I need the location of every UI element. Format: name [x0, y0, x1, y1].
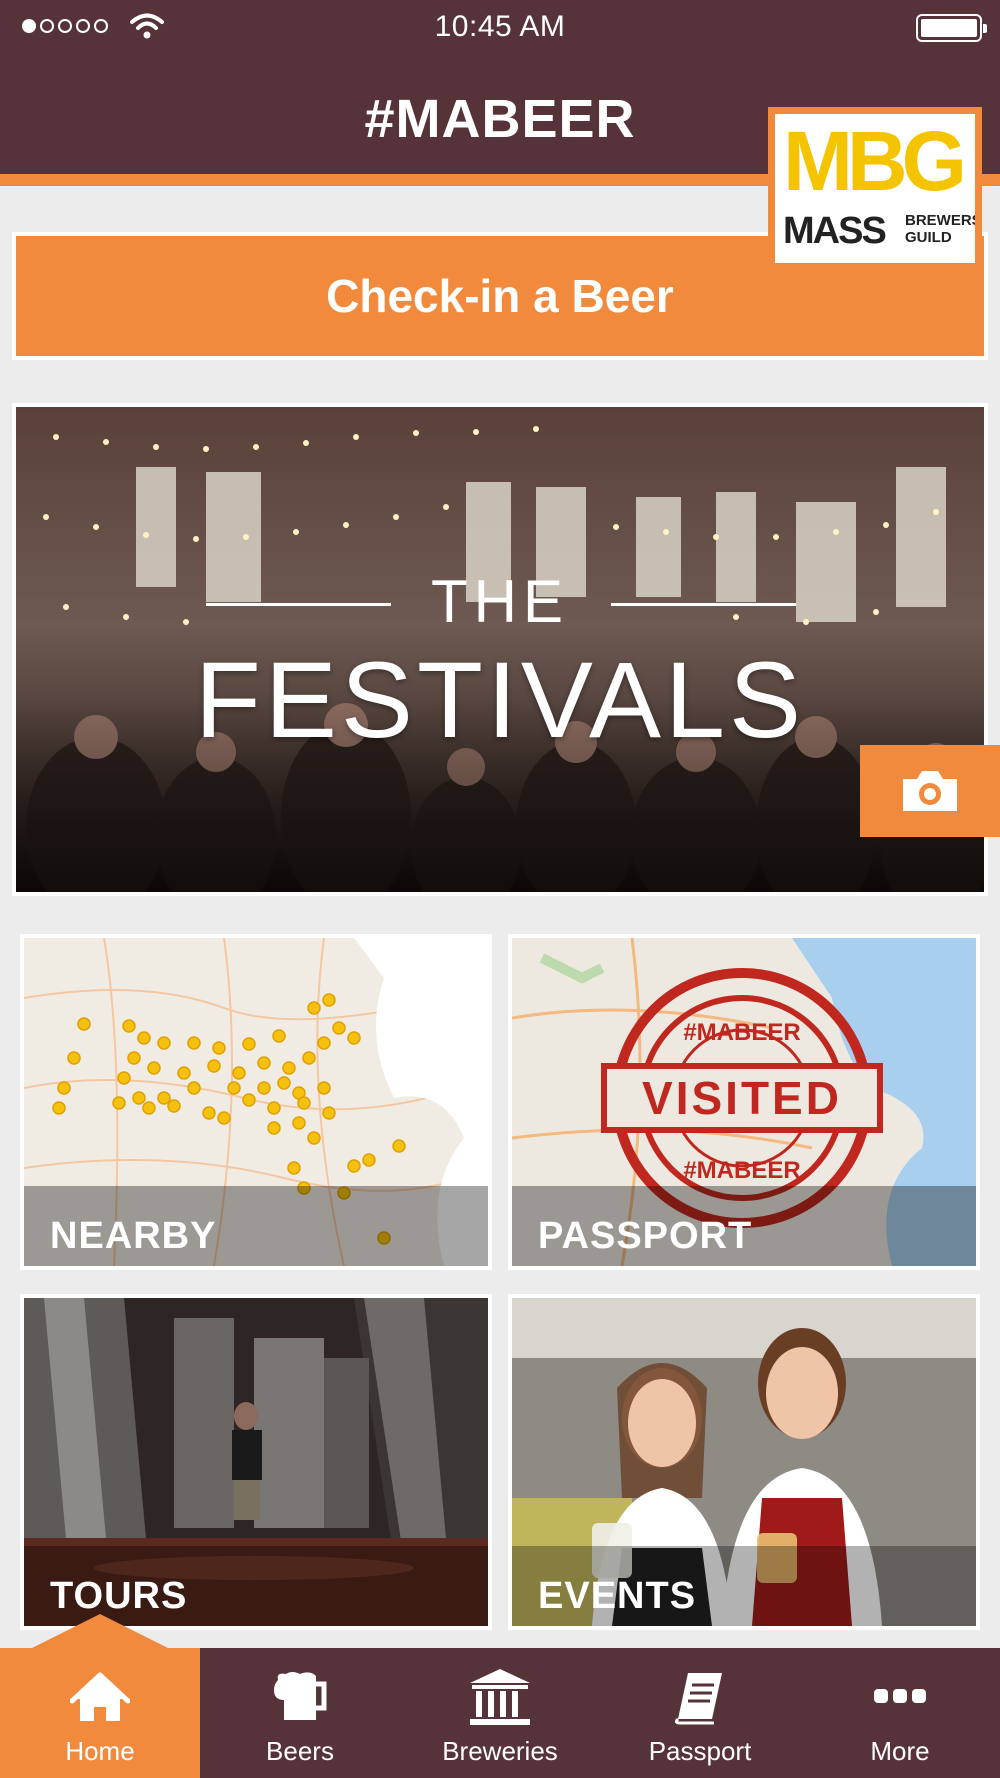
hero-title-main: FESTIVALS: [194, 639, 806, 760]
tab-breweries-label: Breweries: [442, 1736, 558, 1766]
tab-more[interactable]: More: [800, 1648, 1000, 1778]
beer-mug-icon: [274, 1672, 327, 1720]
tile-tours[interactable]: TOURS: [20, 1294, 492, 1630]
camera-icon: [903, 771, 957, 811]
book-icon: [674, 1673, 722, 1725]
tab-beers[interactable]: Beers: [200, 1648, 400, 1778]
mass-brewers-guild-logo[interactable]: MBG MASS BREWERS GUILD: [768, 107, 982, 270]
tile-nearby[interactable]: NEARBY: [20, 934, 492, 1270]
hero-title-top: THE: [431, 568, 569, 635]
tab-home[interactable]: Home: [0, 1648, 200, 1778]
home-icon: [70, 1672, 130, 1721]
tab-beers-label: Beers: [266, 1736, 334, 1766]
status-bar: 10:45 AM: [0, 0, 1000, 52]
tile-passport[interactable]: VISITED #MABEER #MABEER PASSPORT: [508, 934, 980, 1270]
tab-home-label: Home: [65, 1736, 135, 1766]
tile-passport-label: PASSPORT: [538, 1215, 753, 1257]
status-time: 10:45 AM: [434, 10, 566, 43]
tile-events-label: EVENTS: [538, 1575, 697, 1617]
stamp-main-text: VISITED: [642, 1072, 842, 1124]
camera-button[interactable]: [860, 745, 1000, 837]
tile-events[interactable]: EVENTS: [508, 1294, 980, 1630]
logo-mass-text: MASS: [783, 210, 887, 252]
logo-letters: MBG: [783, 114, 967, 208]
stamp-bottom-text: #MABEER: [683, 1157, 800, 1184]
tab-more-label: More: [870, 1736, 930, 1766]
stamp-top-text: #MABEER: [683, 1019, 800, 1046]
tile-nearby-label: NEARBY: [50, 1215, 217, 1257]
tab-passport-label: Passport: [648, 1736, 752, 1766]
tile-tours-label: TOURS: [50, 1575, 188, 1617]
building-columns-icon: [470, 1669, 530, 1725]
more-dots-icon: [874, 1689, 926, 1703]
bottom-tab-bar: Home Beers Breweries Passport More: [0, 1648, 1000, 1778]
tab-breweries[interactable]: Breweries: [400, 1648, 600, 1778]
tab-passport[interactable]: Passport: [600, 1648, 800, 1778]
battery-icon: [916, 14, 987, 42]
logo-guild-text: BREWERS GUILD: [905, 212, 975, 246]
festivals-banner[interactable]: THE FESTIVALS: [12, 403, 988, 896]
